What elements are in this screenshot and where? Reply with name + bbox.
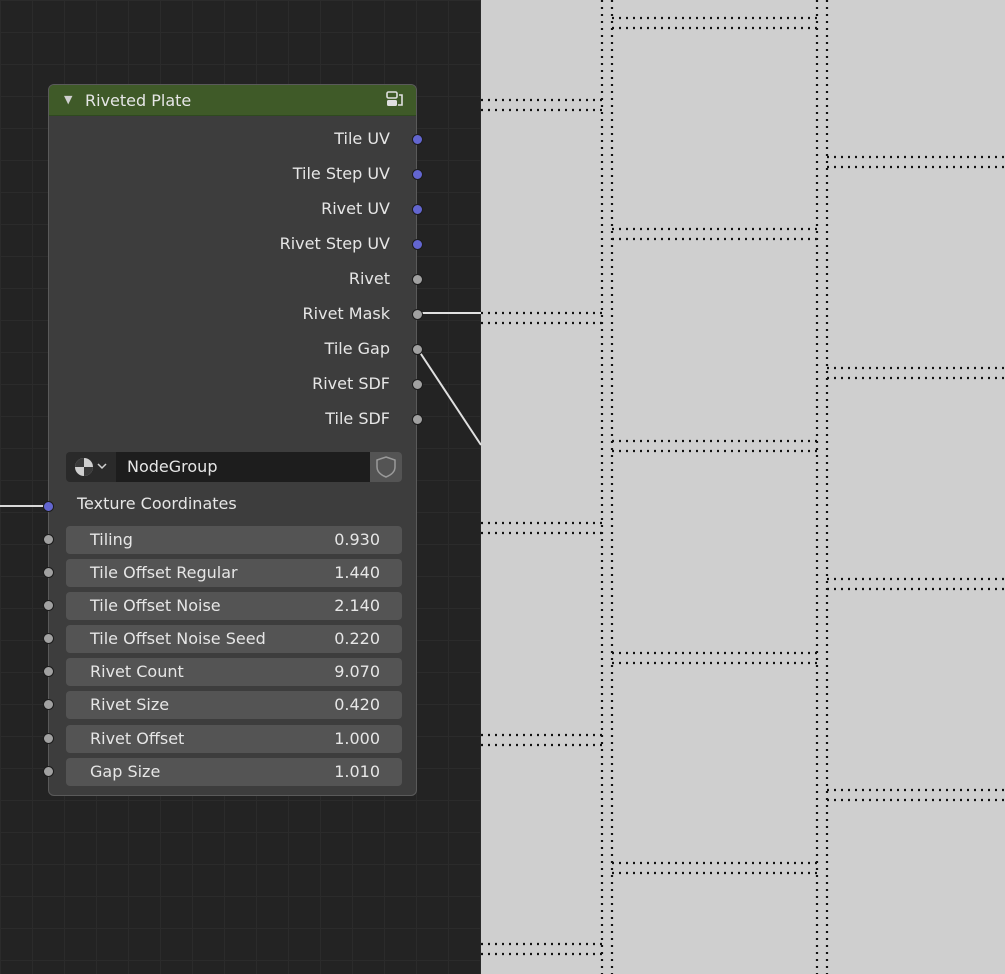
- riveted-plate-texture: [481, 0, 1005, 974]
- texture-coordinates-label: Texture Coordinates: [77, 494, 237, 513]
- field-label: Tile Offset Noise: [90, 596, 221, 615]
- output-label: Tile UV: [334, 129, 390, 148]
- field-value: 0.220: [334, 629, 380, 648]
- output-socket[interactable]: [412, 274, 423, 285]
- number-field[interactable]: Tile Offset Noise 2.140: [66, 592, 402, 620]
- input-socket[interactable]: [43, 534, 54, 545]
- number-field[interactable]: Rivet Size 0.420: [66, 691, 402, 719]
- node-group-icon[interactable]: [384, 89, 406, 111]
- output-socket[interactable]: [412, 239, 423, 250]
- output-label: Tile Step UV: [292, 164, 390, 183]
- output-socket[interactable]: [412, 169, 423, 180]
- field-value: 9.070: [334, 662, 380, 681]
- field-label: Rivet Offset: [90, 729, 185, 748]
- field-value: 1.440: [334, 563, 380, 582]
- riveted-plate-node[interactable]: ▼ Riveted Plate Tile UV Tile Step UV Rivet…: [43, 84, 423, 796]
- output-socket[interactable]: [412, 344, 423, 355]
- number-field[interactable]: Tile Offset Noise Seed 0.220: [66, 625, 402, 653]
- shield-icon: [376, 456, 396, 478]
- field-label: Rivet Count: [90, 662, 184, 681]
- number-field[interactable]: Tile Offset Regular 1.440: [66, 559, 402, 587]
- field-label: Tile Offset Noise Seed: [90, 629, 266, 648]
- node-group-name-field[interactable]: NodeGroup: [116, 452, 370, 482]
- output-label: Rivet Step UV: [279, 234, 390, 253]
- output-label: Rivet: [348, 269, 390, 288]
- field-label: Tile Offset Regular: [90, 563, 238, 582]
- output-label: Tile Gap: [324, 339, 390, 358]
- datablock-selector[interactable]: NodeGroup: [66, 452, 402, 482]
- field-value: 1.000: [334, 729, 380, 748]
- field-value: 2.140: [334, 596, 380, 615]
- node-title: Riveted Plate: [85, 91, 192, 110]
- output-socket[interactable]: [412, 134, 423, 145]
- output-label: Rivet Mask: [302, 304, 390, 323]
- wire-tile-gap: [416, 347, 482, 446]
- input-socket[interactable]: [43, 567, 54, 578]
- number-field[interactable]: Rivet Count 9.070: [66, 658, 402, 686]
- socket-texture-coordinates[interactable]: [43, 501, 54, 512]
- output-socket[interactable]: [412, 309, 423, 320]
- input-socket[interactable]: [43, 666, 54, 677]
- fake-user-button[interactable]: [370, 452, 402, 482]
- output-label: Rivet SDF: [312, 374, 390, 393]
- field-label: Rivet Size: [90, 695, 170, 714]
- output-label: Tile SDF: [325, 409, 390, 428]
- output-socket[interactable]: [412, 204, 423, 215]
- output-socket[interactable]: [412, 379, 423, 390]
- input-socket[interactable]: [43, 600, 54, 611]
- input-socket[interactable]: [43, 733, 54, 744]
- number-field[interactable]: Tiling 0.930: [66, 526, 402, 554]
- input-socket[interactable]: [43, 699, 54, 710]
- field-value: 0.930: [334, 530, 380, 549]
- input-socket[interactable]: [43, 633, 54, 644]
- field-label: Gap Size: [90, 762, 161, 781]
- node-header[interactable]: ▼ Riveted Plate: [49, 85, 416, 116]
- node-tree-type-dropdown[interactable]: [66, 452, 116, 482]
- output-label: Rivet UV: [321, 199, 390, 218]
- node-tree-icon: [75, 458, 107, 476]
- output-socket[interactable]: [412, 414, 423, 425]
- field-value: 0.420: [334, 695, 380, 714]
- triangle-down-icon[interactable]: ▼: [64, 93, 72, 106]
- field-label: Tiling: [90, 530, 133, 549]
- preview-image: [481, 0, 1005, 974]
- field-value: 1.010: [334, 762, 380, 781]
- number-field[interactable]: Gap Size 1.010: [66, 758, 402, 786]
- number-field[interactable]: Rivet Offset 1.000: [66, 725, 402, 753]
- input-socket[interactable]: [43, 766, 54, 777]
